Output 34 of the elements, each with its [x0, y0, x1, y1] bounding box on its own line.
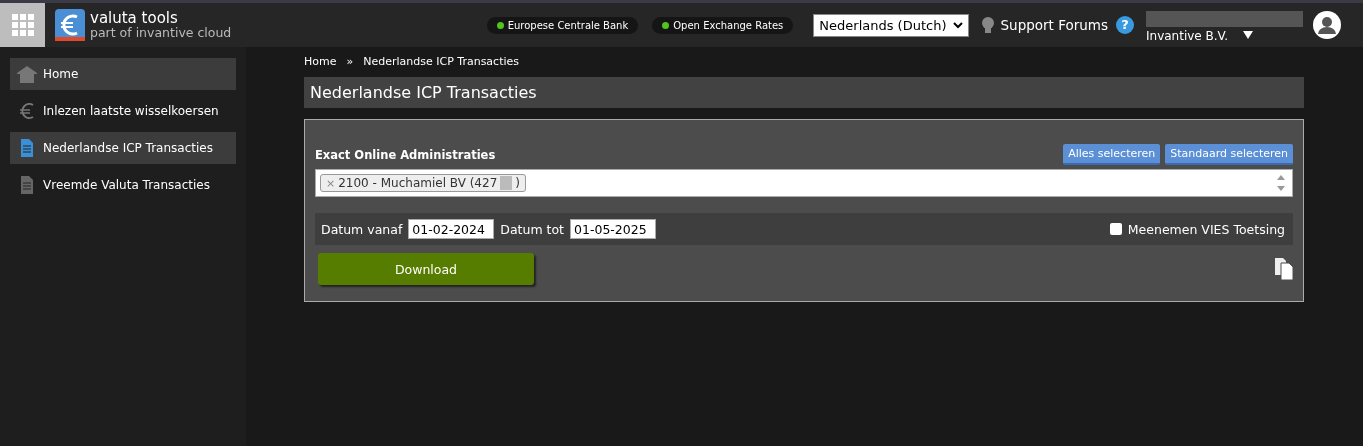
source-label: Open Exchange Rates — [673, 19, 784, 31]
sidebar-item[interactable]: Home — [10, 58, 236, 90]
administration-select-field[interactable]: × 2100 - Muchamiel BV (427 ) — [315, 169, 1293, 197]
field-label: Datum tot — [500, 221, 565, 237]
chevron-down-icon — [952, 21, 963, 29]
app-title: valuta tools — [90, 9, 179, 27]
avatar-icon[interactable] — [1313, 11, 1341, 39]
sidebar-item[interactable]: Nederlandse ICP Transacties — [10, 132, 236, 164]
app-subtitle: part of invantive cloud — [90, 26, 232, 41]
redacted-text — [500, 176, 513, 190]
page-title: Nederlandse ICP Transacties — [304, 77, 1304, 108]
account-menu[interactable]: Invantive B.V. — [1146, 28, 1303, 43]
date-from-field[interactable]: 01-02-2024 — [408, 219, 495, 239]
support-forums-link[interactable]: Support Forums — [1000, 17, 1108, 33]
checkbox[interactable] — [1109, 223, 1122, 235]
selected-tag[interactable]: × 2100 - Muchamiel BV (427 ) — [320, 174, 526, 192]
caret-down-icon[interactable] — [1243, 31, 1253, 39]
sidebar-item[interactable]: Vreemde Valuta Transacties — [10, 169, 236, 201]
breadcrumb-link[interactable]: Home — [304, 55, 337, 72]
breadcrumb-link[interactable]: Nederlandse ICP Transacties — [363, 55, 519, 72]
language-select[interactable]: Nederlands (Dutch) — [813, 13, 969, 37]
field-label: Datum vanaf — [321, 221, 403, 237]
euro-logo-icon — [55, 9, 85, 41]
breadcrumb-separator: » — [346, 55, 354, 70]
lightbulb-icon — [980, 16, 995, 34]
field-label: Exact Online Administraties — [315, 148, 496, 162]
grid-icon — [11, 14, 34, 36]
house-icon — [16, 65, 38, 83]
download-button[interactable]: Download — [318, 253, 534, 285]
copy-icon[interactable] — [1275, 258, 1293, 280]
sidebar-item[interactable]: Inlezen laatste wisselkoersen — [10, 95, 236, 127]
date-to-field[interactable]: 01-05-2025 — [570, 219, 657, 239]
source-label: Europese Centrale Bank — [507, 19, 629, 31]
checkbox-label: Meenemen VIES Toetsing — [1127, 221, 1285, 237]
